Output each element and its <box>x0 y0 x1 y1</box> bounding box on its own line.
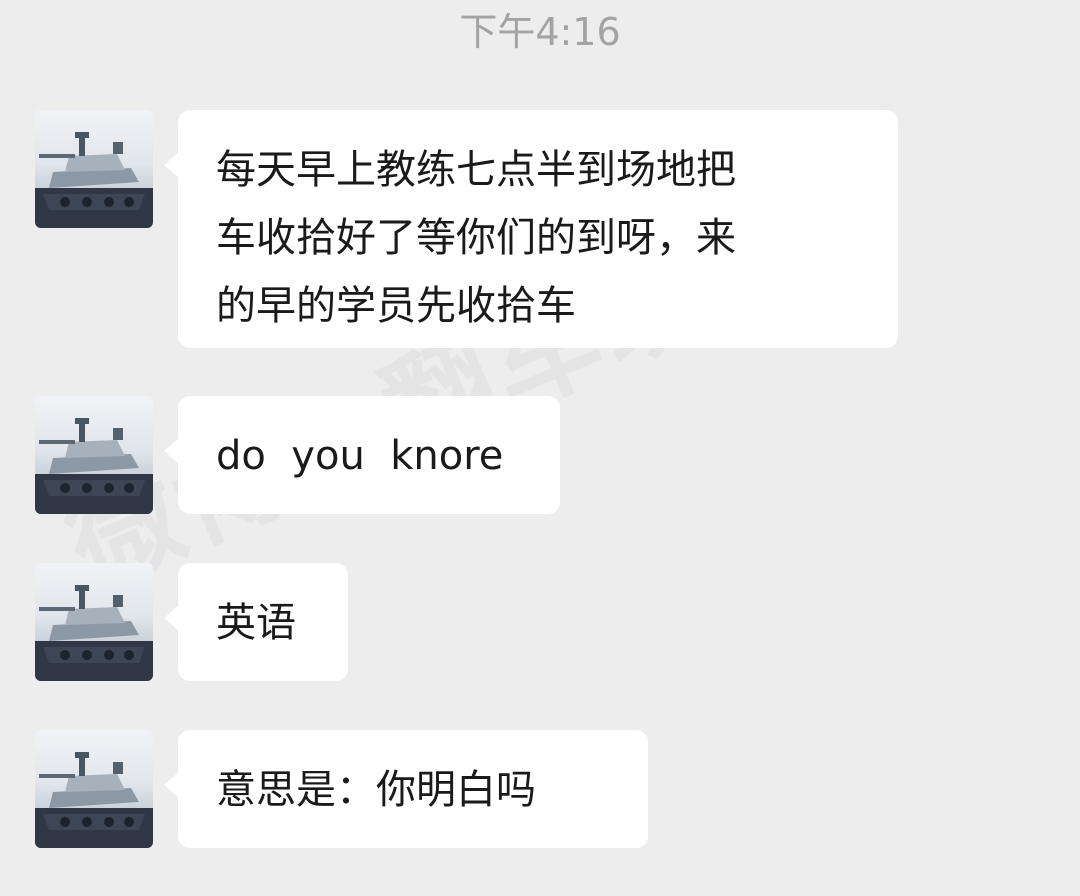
tank-avatar[interactable] <box>35 563 153 681</box>
tank-avatar[interactable] <box>35 396 153 514</box>
message-bubble[interactable]: 意思是：你明白吗 <box>164 730 648 848</box>
message-bubble[interactable]: 每天早上教练七点半到场地把 车收拾好了等你们的到呀，来 的早的学员先收拾车 <box>164 110 898 348</box>
tank-avatar[interactable] <box>35 730 153 848</box>
message-bubble[interactable]: 英语 <box>164 563 348 681</box>
message-timestamp: 下午4:16 <box>459 10 621 54</box>
tank-icon <box>35 132 153 228</box>
tank-avatar[interactable] <box>35 110 153 228</box>
tank-icon <box>35 585 153 681</box>
tank-icon <box>35 418 153 514</box>
tank-icon <box>35 752 153 848</box>
message-bubble[interactable]: do you knore <box>164 396 560 514</box>
